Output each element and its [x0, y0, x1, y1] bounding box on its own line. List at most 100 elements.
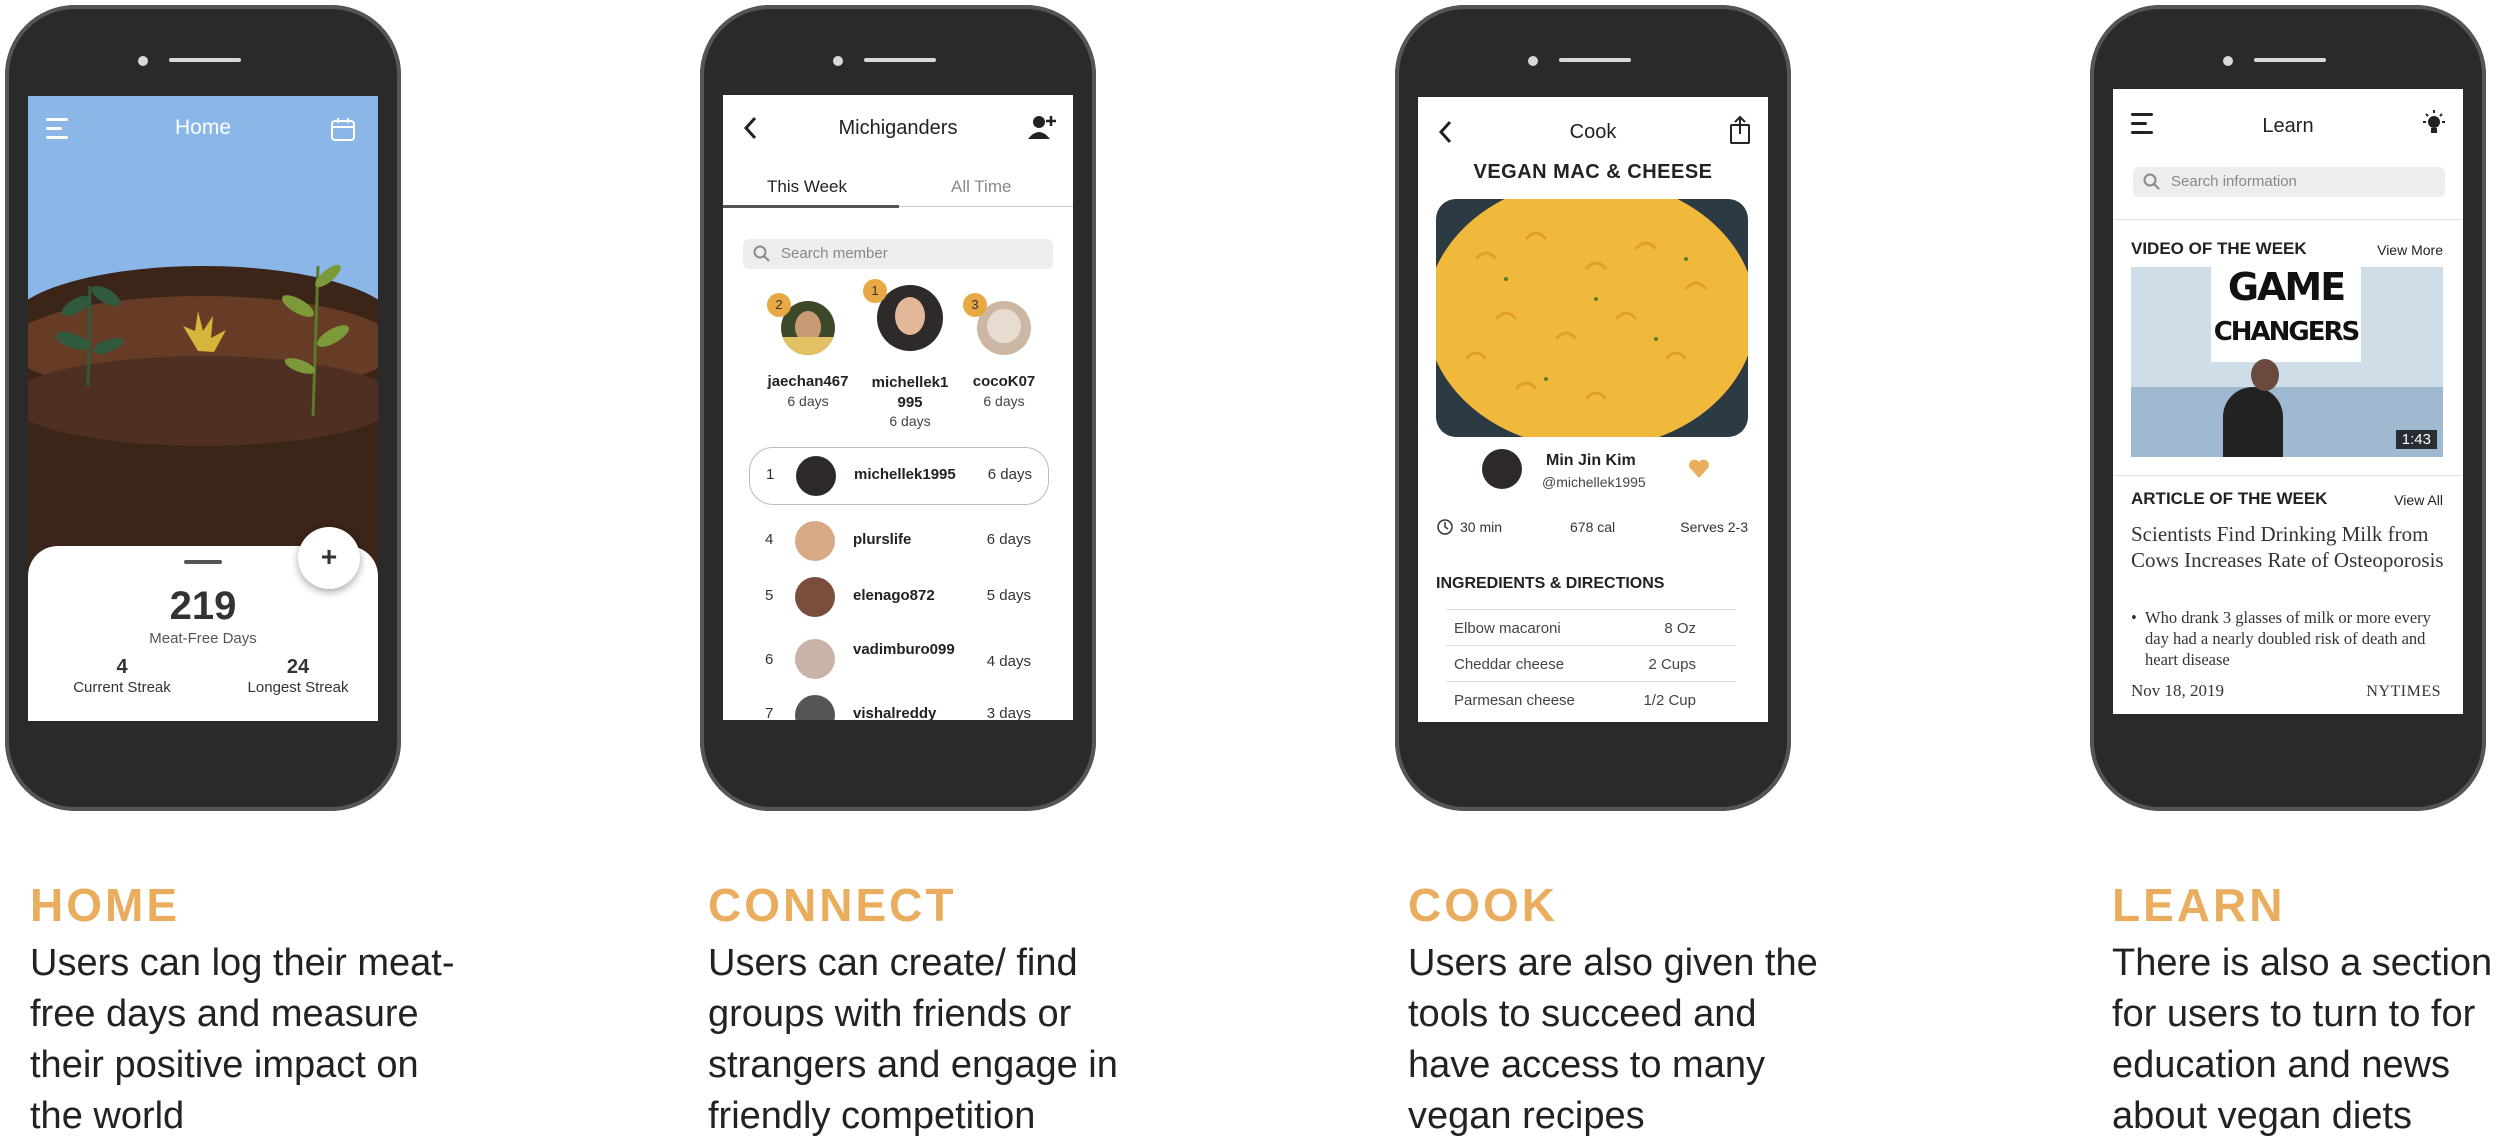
view-more-link[interactable]: View More [2377, 242, 2443, 258]
divider [2113, 475, 2463, 476]
search-icon [2143, 173, 2160, 190]
page-title: Cook [1569, 121, 1617, 143]
camera [833, 56, 843, 66]
plants-illustration [55, 264, 349, 417]
camera [2223, 56, 2233, 66]
row-name: vadimburo099 [853, 641, 955, 658]
leaderboard-row-current-user[interactable]: 1 michellek1995 6 days [749, 447, 1049, 505]
servings: Serves 2-3 [1680, 519, 1748, 535]
longest-streak-value: 24 [286, 656, 310, 678]
view-all-link[interactable]: View All [2394, 492, 2443, 508]
tab-this-week[interactable]: This Week [767, 177, 847, 197]
article-bullet: Who drank 3 glasses of milk or more ever… [2131, 607, 2445, 670]
member-search-input[interactable]: Search member [743, 239, 1053, 269]
article-title[interactable]: Scientists Find Drinking Milk from Cows … [2131, 521, 2451, 573]
cook-screen: Cook VEGAN MAC & CHEESE Min Jin Kim @mic… [1418, 97, 1768, 722]
search-icon [753, 245, 770, 262]
avatar[interactable] [877, 285, 943, 351]
current-streak-label: Current Streak [73, 679, 171, 696]
article-heading: ARTICLE OF THE WEEK [2131, 489, 2328, 508]
row-rank: 4 [765, 531, 774, 548]
table-row[interactable]: 5 elenago872 5 days [723, 569, 1073, 625]
camera [138, 56, 148, 66]
info-search-input[interactable]: Search information [2133, 167, 2445, 197]
row-name: vishalreddy [853, 705, 937, 720]
search-placeholder: Search information [2171, 173, 2297, 190]
ingredient-name: Cheddar cheese [1454, 656, 1565, 673]
speaker [1559, 58, 1631, 62]
podium-name: cocoK07 [972, 373, 1036, 390]
row-days: 6 days [987, 466, 1032, 483]
add-member-icon[interactable] [1027, 113, 1057, 141]
current-streak: 4 Current Streak [72, 656, 172, 696]
speaker [169, 58, 241, 62]
caption-body-home: Users can log their meat-free days and m… [30, 942, 455, 1137]
ingredient-qty: 8 Oz [1664, 620, 1696, 637]
tab-all-time[interactable]: All Time [951, 177, 1011, 197]
rank-badge: 1 [863, 279, 887, 303]
row-name: plurslife [853, 531, 912, 548]
podium-name: jaechan467 [767, 373, 849, 390]
author-name: Min Jin Kim [1546, 452, 1636, 469]
phone-home: Home 219 Meat-Free Days 4 Current Streak… [5, 5, 401, 811]
phone-connect: Michiganders This Week All Time Search m… [700, 5, 1096, 811]
camera [1528, 56, 1538, 66]
longest-streak: 24 Longest Streak [238, 656, 358, 696]
calories: 678 cal [1570, 519, 1616, 535]
page-title: Learn [2262, 115, 2314, 137]
ingredient-row: Parmesan cheese 1/2 Cup [1446, 681, 1736, 718]
ingredient-qty: 1/2 Cup [1643, 692, 1696, 709]
rank-badge: 2 [767, 293, 791, 317]
avatar [795, 521, 835, 561]
row-rank: 7 [765, 705, 774, 720]
author-handle: @michellek1995 [1542, 474, 1646, 490]
podium-days: 6 days [889, 413, 931, 429]
meat-free-days-label: Meat-Free Days [149, 630, 257, 647]
heart-icon[interactable] [1688, 459, 1710, 479]
lightbulb-icon[interactable] [2419, 109, 2449, 139]
longest-streak-label: Longest Streak [247, 679, 349, 696]
share-icon[interactable] [1728, 115, 1752, 145]
ingredient-qty: 2 Cups [1648, 656, 1696, 673]
caption-title-connect: CONNECT [708, 879, 957, 931]
row-name: elenago872 [853, 587, 935, 604]
author-avatar[interactable] [1482, 449, 1522, 489]
ingredient-name: Parmesan cheese [1454, 692, 1575, 709]
video-title-line1: GAME [2227, 267, 2346, 309]
ingredient-row: Elbow macaroni 8 Oz [1446, 609, 1736, 646]
connect-screen: Michiganders This Week All Time Search m… [723, 95, 1073, 720]
search-placeholder: Search member [781, 245, 888, 262]
avatar [795, 695, 835, 720]
home-screen: Home 219 Meat-Free Days 4 Current Streak… [28, 96, 378, 721]
rank-badge: 3 [963, 293, 987, 317]
video-duration: 1:43 [2395, 430, 2437, 449]
tab-indicator [723, 205, 899, 208]
video-heading: VIDEO OF THE WEEK [2131, 239, 2307, 258]
learn-screen: Learn Search information VIDEO OF THE WE… [2113, 89, 2463, 714]
table-row[interactable]: 4 plurslife 6 days [723, 513, 1073, 569]
table-row[interactable]: 7 vishalreddy 3 days [723, 687, 1073, 720]
speaker [2254, 58, 2326, 62]
avatar [795, 577, 835, 617]
row-rank: 5 [765, 587, 774, 604]
section-heading: INGREDIENTS & DIRECTIONS [1436, 575, 1665, 592]
calendar-icon[interactable] [330, 116, 356, 142]
caption-title-learn: LEARN [2112, 879, 2286, 931]
drag-handle[interactable] [184, 560, 222, 564]
row-days: 3 days [986, 705, 1031, 720]
video-thumbnail[interactable]: GAME CHANGERS 1:43 [2131, 267, 2443, 457]
cook-time: 30 min [1460, 519, 1503, 535]
row-days: 4 days [986, 653, 1031, 670]
video-title-line2: CHANGERS [2213, 317, 2361, 347]
ingredient-row: Cheddar cheese 2 Cups [1446, 645, 1736, 682]
caption-body-connect: Users can create/ find groups with frien… [708, 942, 1118, 1137]
phone-learn: Learn Search information VIDEO OF THE WE… [2090, 5, 2486, 811]
row-name: michellek1995 [854, 466, 956, 483]
add-day-button[interactable]: + [298, 527, 360, 589]
clock-icon [1437, 519, 1453, 535]
caption-title-home: HOME [30, 879, 180, 931]
table-row[interactable]: 6 vadimburo099 4 days [723, 619, 1073, 679]
ingredient-name: Elbow macaroni [1454, 620, 1561, 637]
phone-cook: Cook VEGAN MAC & CHEESE Min Jin Kim @mic… [1395, 5, 1791, 811]
speaker [864, 58, 936, 62]
